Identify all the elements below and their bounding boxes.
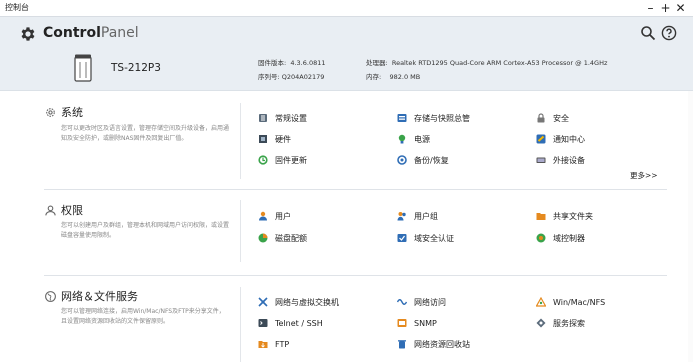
control-panel-header: ControlPanel TS-212P3 固件版本: 4.3.6.0811 序…	[0, 17, 693, 91]
recycle-bin-icon	[398, 340, 406, 349]
nas-device-icon	[74, 54, 92, 82]
section-title-network: 网络＆文件服务	[61, 290, 138, 303]
maximize-button[interactable]: +	[658, 0, 673, 16]
more-link[interactable]: 更多>>	[630, 170, 658, 181]
quota-icon	[258, 233, 268, 243]
item-external-device[interactable]: 外接设备	[536, 153, 585, 167]
help-icon[interactable]	[661, 25, 677, 41]
item-network-access[interactable]: 网络访问	[397, 295, 446, 309]
item-backup-restore[interactable]: 备份/恢复	[397, 153, 449, 167]
ftp-icon	[258, 341, 268, 348]
network-switch-icon	[258, 297, 268, 307]
update-icon	[258, 155, 268, 165]
folder-icon	[536, 213, 546, 220]
lock-icon	[537, 113, 545, 123]
item-network-recycle-bin[interactable]: 网络资源回收站	[397, 337, 470, 351]
section-title-system: 系统	[61, 106, 83, 119]
snmp-icon	[397, 319, 407, 327]
item-service-discovery[interactable]: 服务探索	[536, 316, 585, 330]
section-desc-privilege: 您可以创建用户及群组，管理本机和网域用户访问权限，或设置磁盘容量使用限制。	[61, 222, 230, 239]
item-domain-controller[interactable]: 域控制器	[536, 231, 585, 245]
network-access-icon	[397, 299, 407, 305]
minimize-button[interactable]: –	[643, 0, 658, 16]
item-win-mac-nfs[interactable]: Win/Mac/NFS	[536, 295, 605, 309]
brand-title: ControlPanel	[43, 25, 139, 41]
section-divider	[240, 103, 241, 179]
user-icon	[45, 205, 56, 216]
user-group-icon	[397, 212, 406, 221]
item-user-groups[interactable]: 用户组	[397, 209, 438, 223]
item-firmware-update[interactable]: 固件更新	[258, 153, 307, 167]
device-model: TS-212P3	[111, 62, 161, 74]
section-separator	[44, 189, 667, 190]
section-desc-network: 您可以管理网络连接，启用Win/Mac/NFS及FTP来分享文件，且设置网络资源…	[61, 308, 225, 325]
domain-security-icon	[397, 234, 407, 242]
item-security[interactable]: 安全	[536, 111, 569, 125]
section-divider	[240, 200, 241, 262]
item-hardware[interactable]: 硬件	[258, 132, 291, 146]
settings-icon	[259, 114, 267, 122]
globe-icon	[45, 291, 56, 302]
domain-controller-icon	[536, 233, 546, 243]
users-icon	[259, 211, 267, 221]
notification-icon	[536, 134, 546, 144]
scrollbar[interactable]	[688, 91, 693, 362]
serial-info: 序列号: Q204A02179	[258, 73, 325, 81]
item-telnet-ssh[interactable]: Telnet / SSH	[258, 316, 323, 330]
item-users[interactable]: 用户	[258, 209, 291, 223]
section-title-privilege: 权限	[61, 204, 83, 217]
gear-icon	[21, 27, 35, 41]
item-ftp[interactable]: FTP	[258, 337, 289, 351]
system-gear-icon	[46, 108, 55, 117]
hardware-icon	[259, 135, 267, 143]
window-title: 控制台	[5, 3, 29, 12]
protocol-icon	[536, 297, 546, 307]
section-separator	[44, 275, 667, 276]
cpu-info: 处理器: Realtek RTD1295 Quad-Core ARM Corte…	[366, 59, 608, 67]
item-notification-center[interactable]: 通知中心	[536, 132, 585, 146]
firmware-info: 固件版本: 4.3.6.0811	[258, 59, 326, 67]
search-icon[interactable]	[640, 25, 656, 41]
bulb-icon	[398, 134, 406, 144]
item-network-virtual-switch[interactable]: 网络与虚拟交换机	[258, 295, 339, 309]
discovery-icon	[536, 318, 546, 328]
close-button[interactable]: ✕	[673, 0, 688, 16]
item-storage-snapshots[interactable]: 存储与快照总管	[397, 111, 470, 125]
section-desc-system: 您可以更改时区及语言设置，管理存储空间及升级设备，启用通知及安全防护，或删除NA…	[61, 125, 230, 142]
terminal-icon	[258, 319, 268, 327]
item-shared-folders[interactable]: 共享文件夹	[536, 209, 593, 223]
memory-info: 内存: 982.0 MB	[366, 73, 421, 81]
item-power[interactable]: 电源	[397, 132, 430, 146]
item-snmp[interactable]: SNMP	[397, 316, 437, 330]
external-device-icon	[536, 157, 546, 163]
item-domain-security[interactable]: 域安全认证	[397, 231, 454, 245]
window-titlebar: 控制台 – + ✕	[0, 0, 693, 17]
item-general-settings[interactable]: 常规设置	[258, 111, 307, 125]
backup-icon	[397, 155, 407, 165]
section-divider	[240, 287, 241, 362]
storage-icon	[397, 114, 407, 122]
item-disk-quota[interactable]: 磁盘配额	[258, 231, 307, 245]
